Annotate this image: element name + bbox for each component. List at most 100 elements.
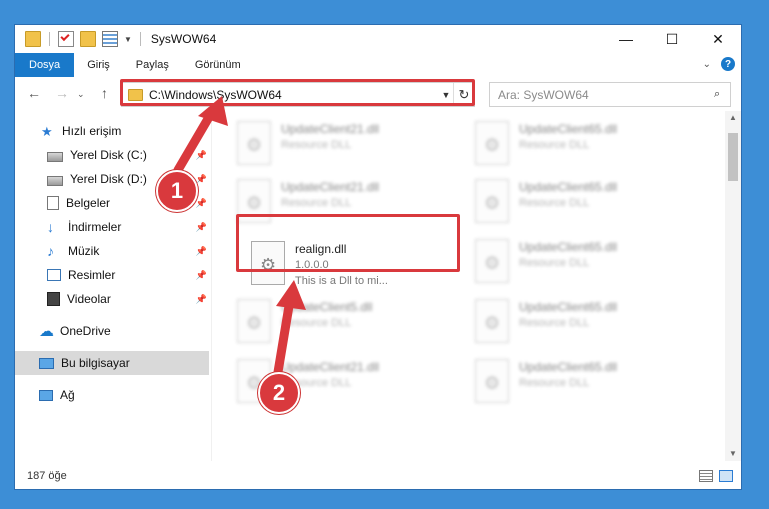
file-item[interactable]: ⚙ UpdateClient65.dll Resource DLL	[475, 239, 695, 291]
sidebar-item-label: Videolar	[67, 292, 111, 306]
tab-dosya[interactable]: Dosya	[15, 53, 75, 77]
forward-arrow-icon[interactable]: →	[55, 85, 69, 101]
scroll-thumb[interactable]	[728, 133, 738, 181]
file-name: UpdateClient65.dll	[519, 300, 618, 314]
pin-icon[interactable]: 📌	[196, 246, 207, 257]
sidebar-item-videos[interactable]: Videolar 📌	[15, 287, 211, 311]
file-description: This is a Dll to mi...	[295, 275, 388, 287]
file-name: UpdateClient65.dll	[519, 240, 618, 254]
tab-gorunum[interactable]: Görünüm	[182, 53, 254, 77]
file-item[interactable]: ⚙ UpdateClient65.dll Resource DLL	[475, 359, 695, 411]
drive-icon	[47, 151, 63, 162]
video-icon	[47, 292, 60, 306]
file-item[interactable]: ⚙ UpdateClient21.dll Resource DLL	[237, 121, 457, 173]
sidebar-item-label: OneDrive	[60, 324, 111, 338]
pin-icon[interactable]: 📌	[196, 270, 207, 281]
sidebar-item-label: Belgeler	[66, 196, 111, 210]
navigation-pane: ★ Hızlı erişim Yerel Disk (C:) 📌 Yerel D…	[15, 115, 211, 455]
file-name: UpdateClient65.dll	[519, 180, 618, 194]
expand-ribbon-icon[interactable]: ⌄	[703, 59, 711, 70]
file-name: UpdateClient5.dll	[281, 300, 373, 314]
details-view-icon[interactable]	[699, 470, 713, 482]
document-icon	[47, 196, 59, 210]
file-type: Resource DLL	[519, 139, 590, 151]
gear-icon: ⚙	[484, 373, 501, 393]
help-icon[interactable]: ?	[721, 57, 735, 71]
scroll-down-icon[interactable]: ▼	[725, 447, 741, 461]
file-name: UpdateClient65.dll	[519, 122, 618, 136]
file-item[interactable]: ⚙ UpdateClient5.dll Resource DLL	[237, 299, 457, 351]
pin-icon[interactable]: 📌	[196, 294, 207, 305]
pin-icon[interactable]: 📌	[196, 198, 207, 209]
pane-divider[interactable]	[211, 111, 212, 461]
maximize-button[interactable]: ☐	[649, 25, 695, 53]
computer-icon	[39, 357, 54, 369]
properties-check-icon[interactable]	[58, 31, 74, 47]
search-icon[interactable]: ⌕	[714, 88, 730, 101]
step-badge-2: 2	[258, 372, 300, 414]
gear-icon: ⚙	[484, 135, 501, 155]
sidebar-item-music[interactable]: ♪ Müzik 📌	[15, 239, 211, 263]
minimize-button[interactable]: —	[603, 25, 649, 53]
file-type: Resource DLL	[281, 197, 352, 209]
file-name: UpdateClient21.dll	[281, 122, 380, 136]
tab-giris[interactable]: Giriş	[74, 53, 123, 77]
sidebar-item-downloads[interactable]: ↓ İndirmeler 📌	[15, 215, 211, 239]
dll-file-icon: ⚙	[475, 239, 509, 283]
file-type: Resource DLL	[519, 377, 590, 389]
new-folder-icon[interactable]	[80, 31, 96, 47]
search-input[interactable]: Ara: SysWOW64	[498, 88, 714, 102]
sidebar-item-onedrive[interactable]: ☁ OneDrive	[15, 319, 211, 343]
sidebar-item-label: Bu bilgisayar	[61, 356, 130, 370]
back-arrow-icon[interactable]: ←	[27, 85, 41, 101]
file-type: Resource DLL	[519, 257, 590, 269]
pin-icon[interactable]: 📌	[196, 222, 207, 233]
pin-icon[interactable]: 📌	[196, 174, 207, 185]
tab-paylas[interactable]: Paylaş	[123, 53, 182, 77]
file-item[interactable]: ⚙ UpdateClient65.dll Resource DLL	[475, 179, 695, 231]
file-name: UpdateClient65.dll	[519, 360, 618, 374]
tiles-view-icon[interactable]	[719, 470, 733, 482]
file-item[interactable]: ⚙ UpdateClient65.dll Resource DLL	[475, 121, 695, 173]
folder-icon	[25, 31, 41, 47]
pin-icon[interactable]: 📌	[196, 150, 207, 161]
dll-file-icon: ⚙	[237, 299, 271, 343]
sidebar-item-local-disk-c[interactable]: Yerel Disk (C:) 📌	[15, 143, 211, 167]
dll-file-icon: ⚙	[475, 299, 509, 343]
sidebar-item-network[interactable]: Ağ	[15, 383, 211, 407]
search-box[interactable]: Ara: SysWOW64 ⌕	[489, 82, 731, 107]
title-bar: ▼ SysWOW64 — ☐ ✕	[15, 25, 741, 53]
recent-dropdown-icon[interactable]: ⌄	[77, 89, 85, 100]
sidebar-item-label: Müzik	[68, 244, 100, 258]
dll-file-icon: ⚙	[475, 359, 509, 403]
sidebar-item-quick-access[interactable]: ★ Hızlı erişim	[15, 119, 211, 143]
close-button[interactable]: ✕	[695, 25, 741, 53]
gear-icon: ⚙	[484, 313, 501, 333]
file-item[interactable]: ⚙ UpdateClient65.dll Resource DLL	[475, 299, 695, 351]
dll-file-icon: ⚙	[475, 121, 509, 165]
sidebar-item-this-pc[interactable]: Bu bilgisayar	[15, 351, 209, 375]
music-icon: ♪	[47, 242, 54, 259]
divider	[49, 32, 50, 46]
sidebar-item-label: Hızlı erişim	[62, 124, 122, 138]
up-arrow-icon[interactable]: ↑	[101, 85, 108, 101]
sidebar-item-pictures[interactable]: Resimler 📌	[15, 263, 211, 287]
sidebar-item-label: Resimler	[68, 268, 116, 282]
gear-icon: ⚙	[246, 135, 263, 155]
file-name: UpdateClient21.dll	[281, 360, 380, 374]
drive-icon	[47, 175, 63, 186]
file-list: ⚙ UpdateClient21.dll Resource DLL ⚙ Updat…	[225, 115, 725, 455]
sidebar-item-label: Ağ	[60, 388, 75, 402]
vertical-scrollbar[interactable]: ▲ ▼	[725, 111, 741, 461]
gear-icon: ⚙	[246, 193, 263, 213]
download-icon: ↓	[47, 218, 54, 235]
sidebar-item-label: İndirmeler	[68, 220, 122, 234]
customize-dropdown-icon[interactable]: ▼	[124, 35, 132, 44]
ribbon-right: ⌄ ?	[703, 57, 735, 71]
dll-file-icon: ⚙	[475, 179, 509, 223]
gear-icon: ⚙	[246, 313, 263, 333]
divider	[139, 32, 141, 46]
scroll-up-icon[interactable]: ▲	[725, 111, 741, 125]
window-controls: — ☐ ✕	[603, 25, 741, 53]
view-options-icon[interactable]	[102, 31, 118, 47]
